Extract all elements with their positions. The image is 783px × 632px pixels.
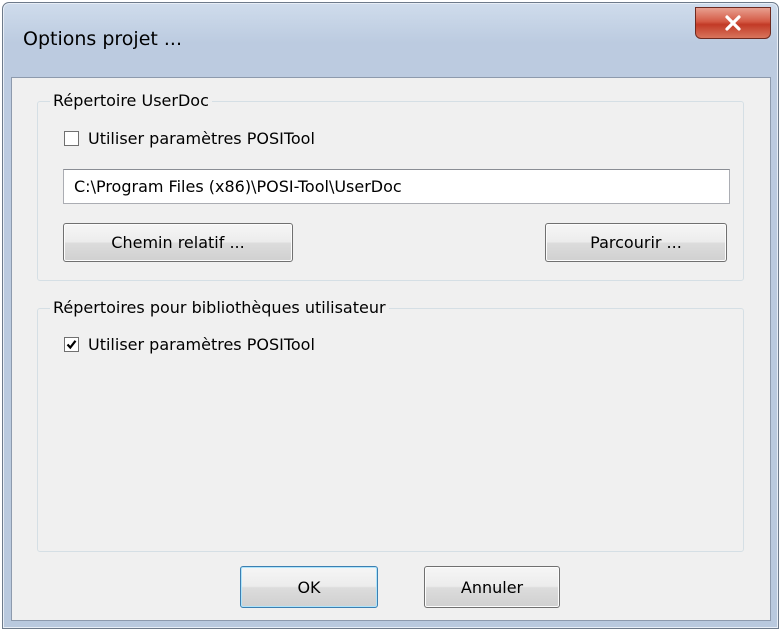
libraries-group-label: Répertoires pour bibliothèques utilisate… [50,297,389,319]
userdoc-use-positool-checkbox[interactable]: Utiliser paramètres POSITool [64,129,315,148]
dialog-client-area: Répertoire UserDoc Utiliser paramètres P… [11,77,771,621]
userdoc-path-input[interactable] [63,169,730,204]
libraries-groupbox: Répertoires pour bibliothèques utilisate… [37,297,744,552]
title-bar[interactable]: Options projet ... [3,3,778,77]
libraries-checkbox-box[interactable] [64,337,79,352]
dialog-window: Options projet ... Répertoire UserDoc Ut… [2,2,779,629]
cancel-button[interactable]: Annuler [424,566,560,608]
checkmark-icon [66,340,77,350]
relative-path-button[interactable]: Chemin relatif ... [63,223,293,262]
userdoc-groupbox: Répertoire UserDoc Utiliser paramètres P… [37,90,744,281]
close-icon [725,15,741,31]
libraries-checkbox-label: Utiliser paramètres POSITool [88,335,315,354]
window-title: Options projet ... [23,28,183,50]
userdoc-group-label: Répertoire UserDoc [50,90,212,112]
libraries-use-positool-checkbox[interactable]: Utiliser paramètres POSITool [64,335,315,354]
ok-button[interactable]: OK [240,566,378,608]
browse-button[interactable]: Parcourir ... [545,223,727,262]
userdoc-checkbox-label: Utiliser paramètres POSITool [88,129,315,148]
userdoc-checkbox-box[interactable] [64,131,79,146]
close-button[interactable] [695,7,771,39]
